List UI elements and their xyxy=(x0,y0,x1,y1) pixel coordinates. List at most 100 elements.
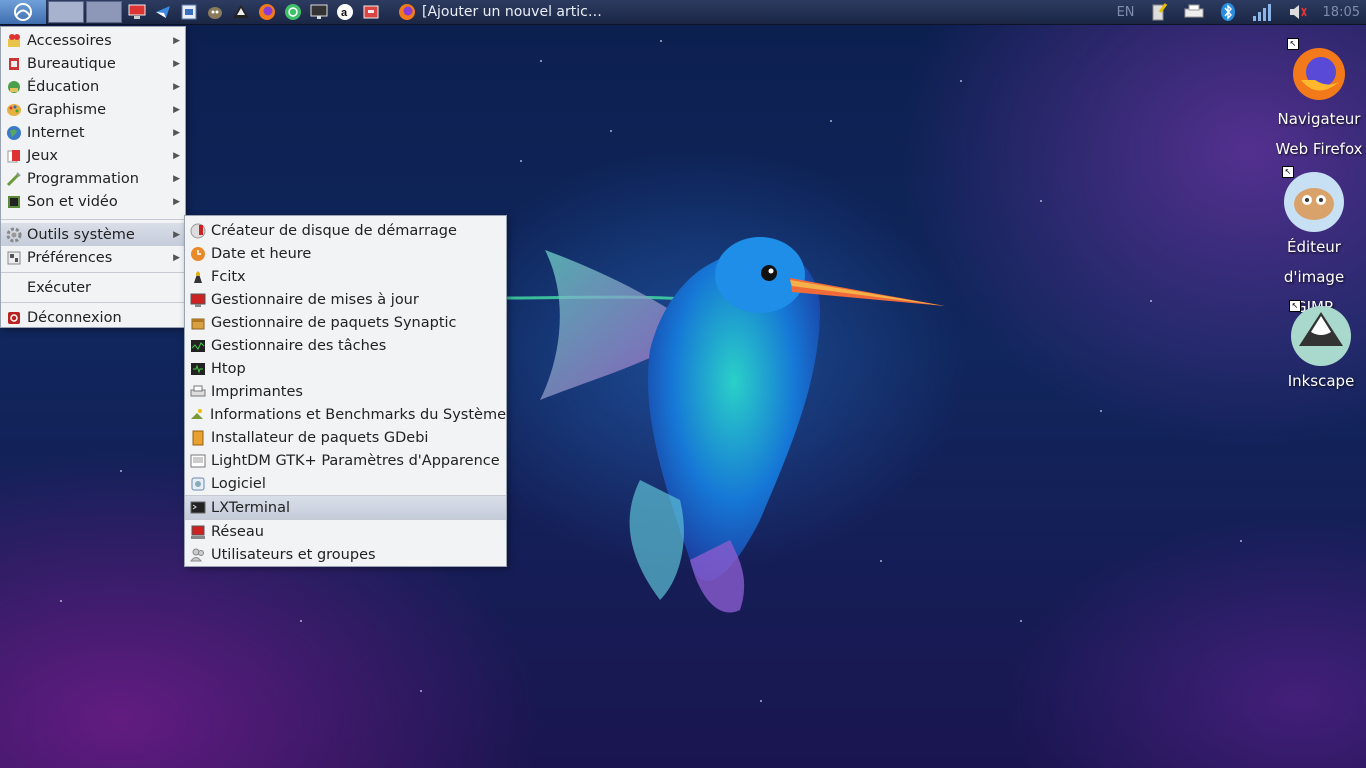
submenu-item-task-manager[interactable]: Gestionnaire des tâches xyxy=(185,334,506,357)
submenu-item-gdebi[interactable]: Installateur de paquets GDebi xyxy=(185,426,506,449)
submenu-item-printers[interactable]: Imprimantes xyxy=(185,380,506,403)
svg-text:a: a xyxy=(341,7,348,19)
shortcut-arrow-icon: ↖ xyxy=(1282,166,1294,178)
submenu-item-update-manager[interactable]: Gestionnaire de mises à jour xyxy=(185,288,506,311)
system-tools-submenu: Créateur de disque de démarrage Date et … xyxy=(184,215,507,567)
software-icon xyxy=(189,476,207,492)
submenu-item-users-groups[interactable]: Utilisateurs et groupes xyxy=(185,543,506,566)
submenu-item-label: Utilisateurs et groupes xyxy=(211,546,376,563)
menu-education[interactable]: Éducation ▶ xyxy=(1,75,185,98)
main-menu-button[interactable] xyxy=(0,0,46,24)
menu-item-label: Internet xyxy=(27,124,85,141)
menu-item-label: Déconnexion xyxy=(27,309,122,326)
gimp-icon[interactable] xyxy=(204,1,226,23)
keyboard-layout[interactable]: EN xyxy=(1117,0,1135,24)
submenu-item-system-info[interactable]: Informations et Benchmarks du Système xyxy=(185,403,506,426)
menu-graphisme[interactable]: Graphisme ▶ xyxy=(1,98,185,121)
menu-outils-systeme[interactable]: Outils système ▶ xyxy=(1,223,185,246)
update-notifier-icon[interactable] xyxy=(1149,0,1169,24)
menu-item-label: Graphisme xyxy=(27,101,107,118)
games-icon xyxy=(5,148,23,164)
task-firefox-icon xyxy=(396,1,418,23)
preferences-icon xyxy=(5,250,23,266)
submenu-item-label: Installateur de paquets GDebi xyxy=(211,429,429,446)
gimp-icon: ↖ xyxy=(1282,166,1346,232)
shortcut-arrow-icon: ↖ xyxy=(1287,38,1299,50)
penguin-icon xyxy=(189,269,207,285)
users-icon xyxy=(189,547,207,563)
inkscape-icon[interactable] xyxy=(230,1,252,23)
menu-separator xyxy=(1,302,185,303)
htop-icon xyxy=(189,361,207,377)
submenu-item-label: Htop xyxy=(211,360,246,377)
archive-icon[interactable] xyxy=(360,1,382,23)
menu-programmation[interactable]: Programmation ▶ xyxy=(1,167,185,190)
graphics-icon xyxy=(5,102,23,118)
desktop-icon-label: Navigateur xyxy=(1277,110,1361,128)
menu-item-label: Accessoires xyxy=(27,32,112,49)
menu-item-label: Son et vidéo xyxy=(27,193,118,210)
desktop-icon-inkscape[interactable]: ↖ Inkscape xyxy=(1273,300,1366,396)
system-tray: EN 18:05 xyxy=(1117,0,1366,24)
submenu-item-fcitx[interactable]: Fcitx xyxy=(185,265,506,288)
workspace-1[interactable] xyxy=(48,1,84,23)
submenu-item-label: Gestionnaire des tâches xyxy=(211,337,387,354)
desktop-icon-label: Éditeur xyxy=(1287,238,1341,256)
menu-separator xyxy=(1,272,185,273)
desktop-icon-label: Web Firefox xyxy=(1275,140,1363,158)
computer-icon[interactable] xyxy=(126,1,148,23)
submenu-item-boot-disk-creator[interactable]: Créateur de disque de démarrage xyxy=(185,219,506,242)
clock[interactable]: 18:05 xyxy=(1323,0,1360,24)
files-icon[interactable] xyxy=(178,1,200,23)
submenu-item-reseau[interactable]: Réseau xyxy=(185,520,506,543)
multimedia-icon xyxy=(5,194,23,210)
firefox-icon[interactable] xyxy=(256,1,278,23)
menu-jeux[interactable]: Jeux ▶ xyxy=(1,144,185,167)
menu-item-label: Préférences xyxy=(27,249,113,266)
submenu-item-logiciel[interactable]: Logiciel xyxy=(185,472,506,495)
amazon-icon[interactable]: a xyxy=(334,1,356,23)
internet-icon xyxy=(5,125,23,141)
submenu-item-label: Logiciel xyxy=(211,475,266,492)
network-signal-icon[interactable] xyxy=(1251,0,1273,24)
usb-disk-icon xyxy=(189,223,207,239)
software-icon[interactable] xyxy=(282,1,304,23)
menu-internet[interactable]: Internet ▶ xyxy=(1,121,185,144)
logout-icon xyxy=(5,310,23,326)
monitor-icon[interactable] xyxy=(308,1,330,23)
submenu-item-label: Informations et Benchmarks du Système xyxy=(209,406,506,423)
volume-icon[interactable] xyxy=(1287,0,1309,24)
printer-icon[interactable] xyxy=(1183,0,1205,24)
submenu-item-label: LXTerminal xyxy=(211,499,291,516)
package-icon xyxy=(189,315,207,331)
lubuntu-logo-icon xyxy=(14,3,32,21)
gdebi-icon xyxy=(189,430,207,446)
submenu-item-lightdm-settings[interactable]: LightDM GTK+ Paramètres d'Apparence xyxy=(185,449,506,472)
menu-separator xyxy=(1,219,185,220)
submenu-item-label: Réseau xyxy=(211,523,264,540)
menu-item-label: Exécuter xyxy=(27,279,91,296)
submenu-item-synaptic[interactable]: Gestionnaire de paquets Synaptic xyxy=(185,311,506,334)
menu-preferences[interactable]: Préférences ▶ xyxy=(1,246,185,269)
menu-deconnexion[interactable]: Déconnexion xyxy=(1,306,185,329)
system-info-icon xyxy=(189,407,206,423)
lightdm-icon xyxy=(189,453,207,469)
workspace-2[interactable] xyxy=(86,1,122,23)
menu-son-et-video[interactable]: Son et vidéo ▶ xyxy=(1,190,185,213)
menu-executer[interactable]: Exécuter xyxy=(1,276,185,299)
bluetooth-icon[interactable] xyxy=(1219,0,1237,24)
desktop-icon-gimp[interactable]: ↖ Éditeur d'image GIMP xyxy=(1266,166,1362,322)
submenu-item-label: Gestionnaire de mises à jour xyxy=(211,291,419,308)
menu-bureautique[interactable]: Bureautique ▶ xyxy=(1,52,185,75)
task-button[interactable]: [Ajouter un nouvel artic… xyxy=(422,4,602,20)
submenu-item-date-time[interactable]: Date et heure xyxy=(185,242,506,265)
office-icon xyxy=(5,56,23,72)
desktop-icon-firefox[interactable]: ↖ Navigateur Web Firefox xyxy=(1271,38,1366,164)
submenu-item-htop[interactable]: Htop xyxy=(185,357,506,380)
mail-icon[interactable] xyxy=(152,1,174,23)
menu-item-label: Programmation xyxy=(27,170,139,187)
menu-accessoires[interactable]: Accessoires ▶ xyxy=(1,29,185,52)
main-menu: Accessoires ▶ Bureautique ▶ Éducation ▶ Gra… xyxy=(0,26,186,328)
printer-icon xyxy=(189,384,207,400)
submenu-item-lxterminal[interactable]: LXTerminal xyxy=(185,496,506,519)
